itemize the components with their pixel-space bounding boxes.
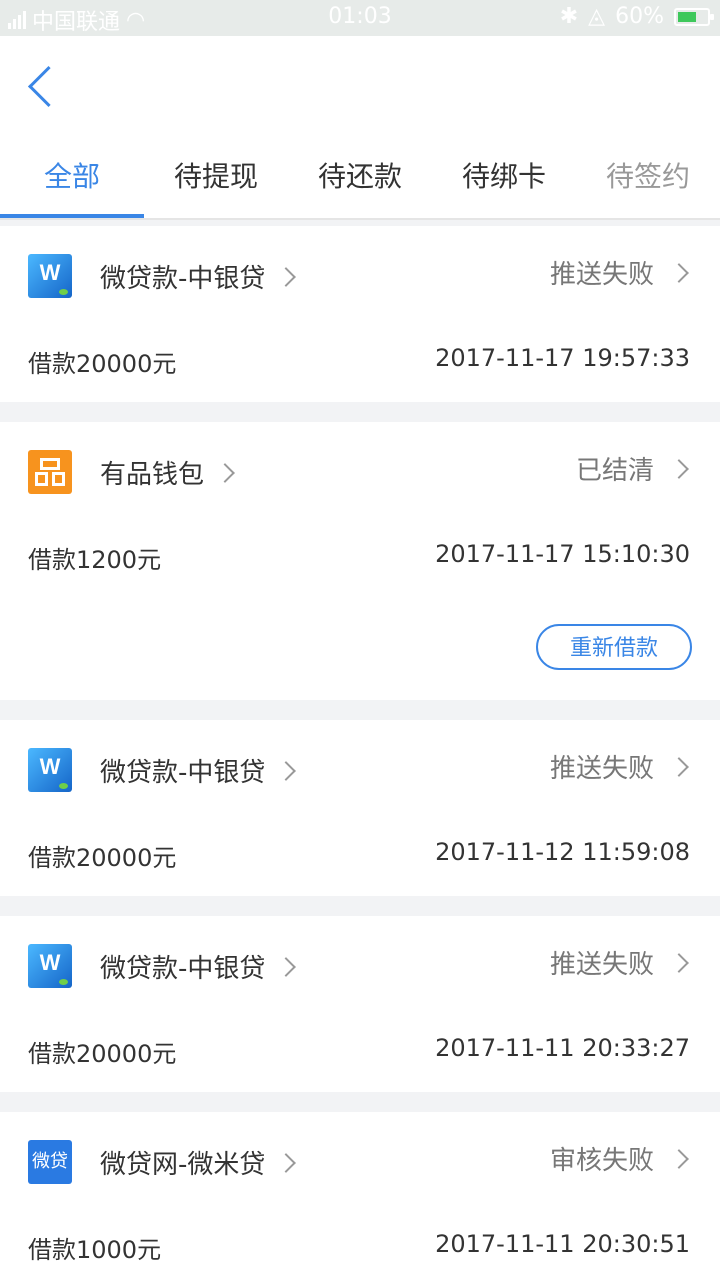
loan-amount: 借款1200元 [28,546,162,574]
loan-amount: 借款1000元 [28,1236,162,1264]
loan-card[interactable]: 微贷款-中银贷 推送失败 借款20000元 2017-11-17 19:57:3… [0,226,720,402]
weidaiwang-logo: 微贷 [28,1140,72,1184]
loan-time: 2017-11-11 20:33:27 [435,1034,690,1062]
logo-shape [52,472,65,486]
loan-provider[interactable]: 有品钱包 [100,454,235,491]
loan-time: 2017-11-17 19:57:33 [435,344,690,372]
chevron-right-icon [669,262,689,283]
loan-status-label: 推送失败 [549,260,654,290]
loan-provider[interactable]: 微贷款-中银贷 [100,258,297,295]
youpin-logo [28,450,72,494]
loan-provider-label: 微贷款-中银贷 [100,758,266,788]
loan-card[interactable]: 微贷款-中银贷 推送失败 借款20000元 2017-11-12 11:59:0… [0,720,720,896]
loan-time: 2017-11-11 20:30:51 [435,1230,690,1258]
loan-status-label: 推送失败 [549,950,654,980]
tab-divider [0,218,720,220]
weidaikuan-logo [28,944,72,988]
tab-all[interactable]: 全部 [0,140,144,218]
loan-provider-label: 微贷网-微米贷 [100,1150,266,1180]
tab-bar: 全部 待提现 待还款 待绑卡 待签约 [0,140,720,220]
chevron-right-icon [669,1148,689,1169]
loan-time: 2017-11-17 15:10:30 [435,540,690,568]
tab-pending-repay[interactable]: 待还款 [288,140,432,218]
bluetooth-icon: ✱ [559,4,579,29]
loan-amount: 借款20000元 [28,1040,177,1068]
loan-provider-label: 微贷款-中银贷 [100,954,266,984]
loan-card[interactable]: 微贷 微贷网-微米贷 审核失败 借款1000元 2017-11-11 20:30… [0,1112,720,1280]
loan-status-label: 已结清 [575,456,654,486]
tab-pending-sign[interactable]: 待签约 [576,140,720,218]
tab-pending-withdraw[interactable]: 待提现 [144,140,288,218]
status-right: ✱ ◬ 60% [559,4,714,29]
loan-status-label: 审核失败 [549,1146,654,1176]
loan-provider-label: 有品钱包 [100,460,205,490]
battery-percent: 60% [615,4,664,29]
chevron-right-icon [276,956,297,977]
loan-provider[interactable]: 微贷款-中银贷 [100,948,297,985]
loan-provider-label: 微贷款-中银贷 [100,264,266,294]
loan-status[interactable]: 推送失败 [549,944,689,981]
chevron-right-icon [276,760,297,781]
battery-icon [674,7,714,26]
nav-bar [0,36,720,140]
loan-card[interactable]: 有品钱包 已结清 借款1200元 2017-11-17 15:10:30 重新借… [0,422,720,700]
chevron-right-icon [276,1152,297,1173]
loan-status[interactable]: 推送失败 [549,254,689,291]
loan-amount: 借款20000元 [28,350,177,378]
loan-status[interactable]: 已结清 [575,450,689,487]
weidaikuan-logo [28,748,72,792]
loan-provider[interactable]: 微贷网-微米贷 [100,1144,297,1181]
logo-shape [40,458,60,470]
loan-status[interactable]: 推送失败 [549,748,689,785]
reborrow-button[interactable]: 重新借款 [536,624,692,670]
loan-amount: 借款20000元 [28,844,177,872]
logo-shape [35,472,48,486]
loan-status[interactable]: 审核失败 [549,1140,689,1177]
loan-card[interactable]: 微贷款-中银贷 推送失败 借款20000元 2017-11-11 20:33:2… [0,916,720,1092]
chevron-left-icon [27,65,70,108]
weidaikuan-logo [28,254,72,298]
alarm-off-icon: ◬ [588,4,606,29]
chevron-right-icon [669,952,689,973]
tab-pending-bind-card[interactable]: 待绑卡 [432,140,576,218]
chevron-right-icon [669,458,689,479]
loan-provider[interactable]: 微贷款-中银贷 [100,752,297,789]
chevron-right-icon [215,462,235,483]
loan-status-label: 推送失败 [549,754,654,784]
loan-time: 2017-11-12 11:59:08 [435,838,690,866]
chevron-right-icon [669,756,689,777]
status-bar: 中国联通 ◠ 01:03 ✱ ◬ 60% [0,0,720,36]
back-button[interactable] [22,62,70,112]
chevron-right-icon [276,266,297,287]
